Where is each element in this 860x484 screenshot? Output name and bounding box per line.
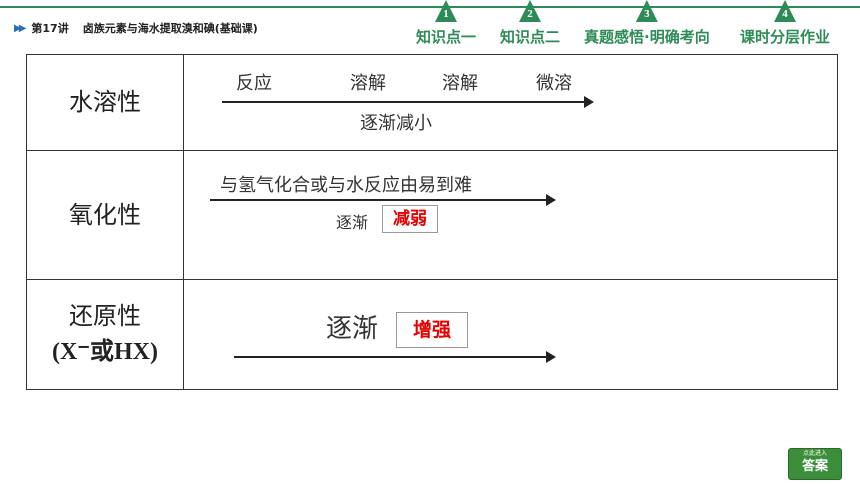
tab-label: 真题感悟·明确考向 xyxy=(584,28,710,46)
enter-answer-button[interactable]: 点此进入 答案 xyxy=(788,448,842,480)
reducing-trend-prefix: 逐渐 xyxy=(326,313,379,344)
solubility-trend: 逐渐减小 xyxy=(360,113,432,134)
tab-label: 知识点一 xyxy=(416,28,477,46)
trend-arrow xyxy=(222,96,594,108)
triangle-badge-icon: 1 xyxy=(435,0,457,22)
oxidizing-caption: 与氢气化合或与水反应由易到难 xyxy=(220,175,472,197)
oxidizing-diagram: 与氢气化合或与水反应由易到难 逐渐 减弱 xyxy=(183,150,838,280)
solubility-item: 反应 xyxy=(236,73,272,94)
reducing-label: 还原性 xyxy=(69,302,141,331)
table-row: 水溶性 反应 溶解 溶解 微溶 逐渐减小 xyxy=(26,53,838,152)
reducing-diagram: 逐渐 增强 xyxy=(183,278,838,391)
solubility-item: 溶解 xyxy=(350,73,386,94)
trend-arrow xyxy=(234,350,556,363)
row-label-reducing: 还原性 (X⁻或HX) xyxy=(26,278,184,391)
tab-label: 课时分层作业 xyxy=(740,28,831,46)
triangle-badge-icon: 2 xyxy=(519,0,541,22)
solubility-item: 微溶 xyxy=(536,73,572,94)
answer-button-label: 答案 xyxy=(801,459,828,474)
table-row: 还原性 (X⁻或HX) 逐渐 增强 xyxy=(26,278,838,391)
tab-label: 知识点二 xyxy=(500,28,561,46)
oxidizing-trend-prefix: 逐渐 xyxy=(336,213,369,233)
lesson-topic: 卤族元素与海水提取溴和碘(基础课) xyxy=(82,22,258,35)
row-label-oxidizing: 氧化性 xyxy=(26,150,184,280)
halogen-properties-table: 水溶性 反应 溶解 溶解 微溶 逐渐减小 氧化性 与氢气化合或与水反应由易到难 … xyxy=(26,53,838,391)
tab-knowledge-point-1[interactable]: 1 知识点一 xyxy=(416,0,476,47)
table-row: 氧化性 与氢气化合或与水反应由易到难 逐渐 减弱 xyxy=(26,150,838,280)
tab-exam-insight[interactable]: 3 真题感悟·明确考向 xyxy=(584,0,710,47)
oxidizing-answer-box[interactable]: 减弱 xyxy=(382,205,438,234)
solubility-diagram: 反应 溶解 溶解 微溶 逐渐减小 xyxy=(183,53,838,152)
tab-knowledge-point-2[interactable]: 2 知识点二 xyxy=(500,0,560,47)
lesson-number: 第17讲 xyxy=(31,22,69,35)
row-label-solubility: 水溶性 xyxy=(26,53,184,152)
lesson-title: ▶▶ 第17讲 卤族元素与海水提取溴和碘(基础课) xyxy=(14,20,258,36)
solubility-item: 溶解 xyxy=(442,73,478,94)
reducing-answer-box[interactable]: 增强 xyxy=(396,311,468,348)
triangle-badge-icon: 3 xyxy=(635,0,658,22)
header-bar: ▶▶ 第17讲 卤族元素与海水提取溴和碘(基础课) 1 知识点一 2 知识点二 … xyxy=(0,0,860,46)
double-arrow-icon: ▶▶ xyxy=(14,22,27,34)
trend-arrow xyxy=(210,194,556,207)
triangle-badge-icon: 4 xyxy=(774,0,796,22)
reducing-label-formula: (X⁻或HX) xyxy=(52,338,158,365)
tab-homework[interactable]: 4 课时分层作业 xyxy=(740,0,830,47)
answer-button-hint: 点此进入 xyxy=(802,450,827,457)
